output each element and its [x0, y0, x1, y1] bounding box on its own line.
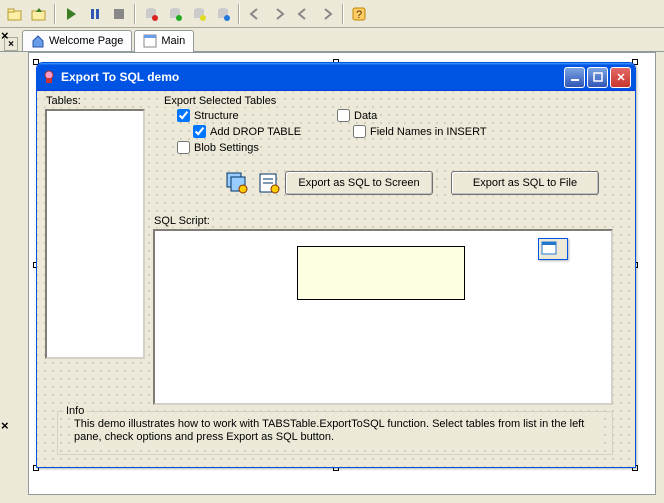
db-blue-icon[interactable] [212, 3, 234, 25]
app-icon [41, 69, 57, 85]
maximize-button[interactable] [587, 67, 608, 88]
checkbox-data[interactable]: Data [337, 109, 377, 122]
minimize-button[interactable] [564, 67, 585, 88]
tab-welcome-page[interactable]: Welcome Page [22, 30, 132, 51]
checkbox-structure[interactable]: Structure [177, 109, 239, 122]
svg-text:?: ? [356, 9, 362, 21]
checkbox-field-names-insert[interactable]: Field Names in INSERT [353, 125, 487, 138]
db-green-icon[interactable] [164, 3, 186, 25]
window-title: Export To SQL demo [61, 70, 564, 84]
stop-icon[interactable] [108, 3, 130, 25]
floating-toolbar[interactable] [538, 238, 568, 260]
select-tables-icon-button[interactable] [223, 169, 251, 197]
nav-back2-icon[interactable] [292, 3, 314, 25]
hint-tooltip [297, 246, 465, 300]
tables-listbox[interactable] [45, 109, 145, 359]
form-icon [143, 34, 157, 48]
tabs-bar: × Welcome Page Main [0, 28, 664, 52]
checkbox-blob-settings[interactable]: Blob Settings [177, 141, 259, 154]
close-button[interactable] [610, 67, 631, 88]
run-icon[interactable] [60, 3, 82, 25]
window-icon [541, 241, 557, 257]
checkbox-add-drop-table[interactable]: Add DROP TABLE [193, 125, 301, 138]
group-title: Export Selected Tables [163, 95, 277, 107]
home-icon [31, 34, 45, 48]
tab-label: Welcome Page [49, 35, 123, 47]
export-sql-file-button[interactable]: Export as SQL to File [451, 171, 599, 195]
close-icon[interactable]: × [1, 28, 9, 43]
tab-label: Main [161, 35, 185, 47]
select-all-icon-button[interactable] [255, 169, 283, 197]
help-icon[interactable]: ? [348, 3, 370, 25]
sqlscript-label: SQL Script: [153, 215, 211, 227]
nav-back-icon[interactable] [244, 3, 266, 25]
open-folder-up-icon[interactable] [28, 3, 50, 25]
info-groupbox: Info This demo illustrates how to work w… [57, 411, 613, 455]
pause-icon[interactable] [84, 3, 106, 25]
db-yellow-icon[interactable] [188, 3, 210, 25]
tables-label: Tables: [45, 95, 82, 107]
titlebar[interactable]: Export To SQL demo [37, 63, 635, 91]
db-red-icon[interactable] [140, 3, 162, 25]
info-text: This demo illustrates how to work with T… [74, 418, 604, 444]
info-title: Info [64, 405, 86, 417]
close-icon[interactable]: × [1, 418, 9, 433]
form-designer-window[interactable]: Export To SQL demo Tables: Export Select… [36, 62, 636, 468]
form-body: Tables: Export Selected Tables Structure… [37, 91, 635, 467]
nav-fwd-icon[interactable] [268, 3, 290, 25]
nav-fwd2-icon[interactable] [316, 3, 338, 25]
tab-main[interactable]: Main [134, 30, 194, 52]
main-toolbar: ? [0, 0, 664, 28]
export-sql-screen-button[interactable]: Export as SQL to Screen [285, 171, 433, 195]
